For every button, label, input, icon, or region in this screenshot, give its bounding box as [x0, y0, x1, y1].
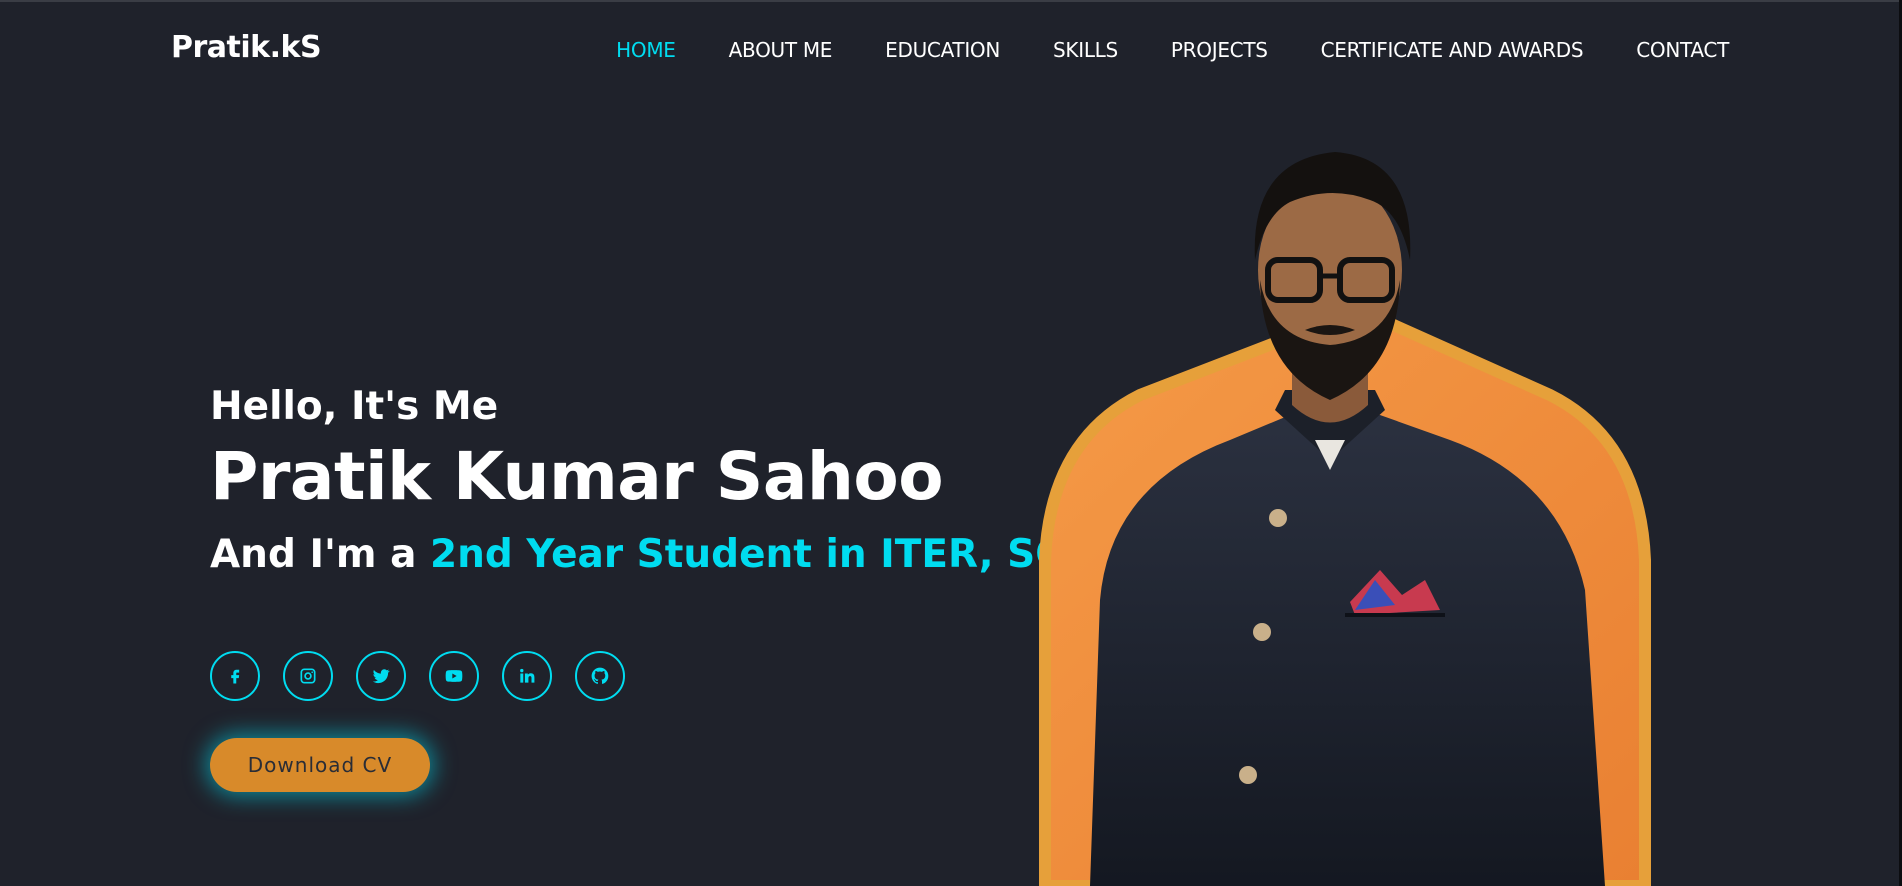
instagram-icon — [300, 668, 316, 684]
github-link[interactable] — [575, 651, 625, 701]
facebook-icon — [231, 669, 240, 684]
site-header: Pratik.kS HOME ABOUT ME EDUCATION SKILLS… — [0, 0, 1902, 100]
hero-name: Pratik Kumar Sahoo — [210, 438, 944, 515]
youtube-link[interactable] — [429, 651, 479, 701]
youtube-icon — [445, 670, 463, 682]
site-logo[interactable]: Pratik.kS — [171, 30, 322, 65]
hero-text: Hello, It's Me Pratik Kumar Sahoo And I'… — [210, 380, 1111, 590]
main-nav: HOME ABOUT ME EDUCATION SKILLS PROJECTS … — [616, 38, 1729, 62]
twitter-icon — [372, 669, 390, 684]
hero-greeting: Hello, It's Me — [210, 384, 499, 429]
twitter-link[interactable] — [356, 651, 406, 701]
nav-projects[interactable]: PROJECTS — [1171, 38, 1268, 62]
github-icon — [591, 667, 609, 684]
instagram-link[interactable] — [283, 651, 333, 701]
role-prefix: And I'm a — [210, 532, 431, 577]
linkedin-icon — [520, 668, 535, 683]
nav-about-me[interactable]: ABOUT ME — [729, 38, 833, 62]
facebook-link[interactable] — [210, 651, 260, 701]
hero-role: And I'm a 2nd Year Student in ITER, SOA| — [210, 520, 1111, 590]
social-links — [210, 651, 625, 701]
nav-skills[interactable]: SKILLS — [1053, 38, 1118, 62]
nav-education[interactable]: EDUCATION — [885, 38, 1000, 62]
nav-certificate-and-awards[interactable]: CERTIFICATE AND AWARDS — [1321, 38, 1584, 62]
download-cv-button[interactable]: Download CV — [210, 738, 430, 792]
nav-contact[interactable]: CONTACT — [1636, 38, 1729, 62]
profile-photo — [1039, 152, 1651, 886]
role-highlight: 2nd Year Student in ITER, SOA — [430, 532, 1098, 577]
linkedin-link[interactable] — [502, 651, 552, 701]
nav-home[interactable]: HOME — [616, 38, 676, 62]
